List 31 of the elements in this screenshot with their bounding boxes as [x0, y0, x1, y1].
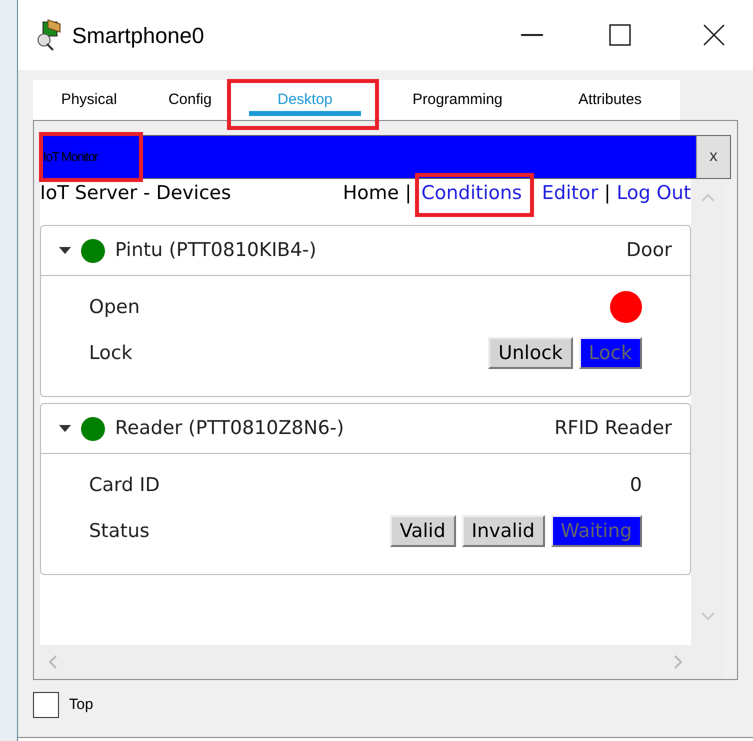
window-title: Smartphone0: [72, 22, 204, 50]
minimize-icon[interactable]: [521, 33, 543, 37]
property-value: 0: [630, 472, 642, 498]
tab[interactable]: Programming: [384, 80, 531, 120]
device-name: Reader (PTT0810Z8N6-): [115, 416, 344, 442]
separator: |: [404, 180, 412, 206]
tab[interactable]: Attributes: [550, 80, 670, 120]
device-name: Pintu (PTT0810KIB4-): [115, 238, 316, 264]
property-label: Open: [89, 294, 140, 320]
toggle-button[interactable]: Invalid: [462, 515, 545, 547]
nav-link[interactable]: Editor: [542, 178, 598, 208]
checkbox[interactable]: [33, 692, 59, 718]
close-icon[interactable]: [703, 24, 725, 46]
caret-icon[interactable]: [59, 425, 71, 432]
device-type: Door: [626, 238, 672, 264]
nav-link[interactable]: Home: [342, 178, 399, 208]
nav-link[interactable]: Log Out: [616, 178, 691, 208]
toggle-button[interactable]: Unlock: [488, 337, 573, 369]
app-title: IoT Monitor: [43, 148, 98, 166]
separator: |: [604, 180, 611, 206]
checkbox-label: Top: [69, 694, 94, 715]
device-type: RFID Reader: [554, 416, 672, 442]
property-label: Lock: [89, 340, 132, 366]
toggle-button[interactable]: Valid: [390, 515, 456, 547]
page-title: IoT Server - Devices: [40, 180, 231, 206]
maximize-icon[interactable]: [609, 24, 631, 46]
property-label: Card ID: [89, 472, 160, 498]
caret-icon[interactable]: [59, 247, 71, 254]
property-label: Status: [89, 518, 150, 544]
close-button[interactable]: x: [696, 136, 730, 178]
nav-link[interactable]: Conditions: [421, 182, 522, 204]
